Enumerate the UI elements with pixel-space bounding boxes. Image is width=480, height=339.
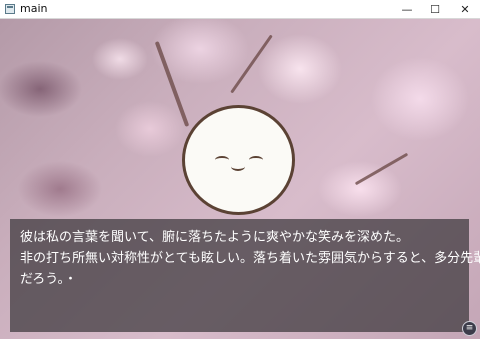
dialogue-line: だろう。・ [20, 272, 77, 287]
character-right-eye [249, 156, 263, 164]
window-title: main [20, 2, 48, 15]
close-button[interactable]: ✕ [450, 0, 480, 19]
window-titlebar[interactable]: main — ☐ ✕ [0, 0, 480, 19]
app-window-icon [5, 4, 15, 14]
background-branch [154, 41, 190, 127]
dialogue-line: 彼は私の言葉を聞いて、腑に落ちたように爽やかな笑みを深めた。 [20, 230, 409, 245]
dialogue-line: 非の打ち所無い対称性がとても眩しい。落ち着いた雰囲気からすると、多分先輩 [20, 251, 480, 266]
character-left-eye [215, 156, 229, 164]
character-mouth [231, 162, 245, 171]
dialogue-box[interactable]: 彼は私の言葉を聞いて、腑に落ちたように爽やかな笑みを深めた。 非の打ち所無い対称… [10, 219, 480, 332]
character-face-sprite [182, 105, 295, 215]
hamburger-menu-icon[interactable]: ≡ [462, 321, 477, 336]
background-branch [230, 34, 273, 94]
maximize-button[interactable]: ☐ [420, 0, 450, 19]
background-branch [354, 152, 409, 186]
dialogue-text: 彼は私の言葉を聞いて、腑に落ちたように爽やかな笑みを深めた。 非の打ち所無い対称… [20, 227, 480, 290]
minimize-button[interactable]: — [392, 0, 422, 19]
